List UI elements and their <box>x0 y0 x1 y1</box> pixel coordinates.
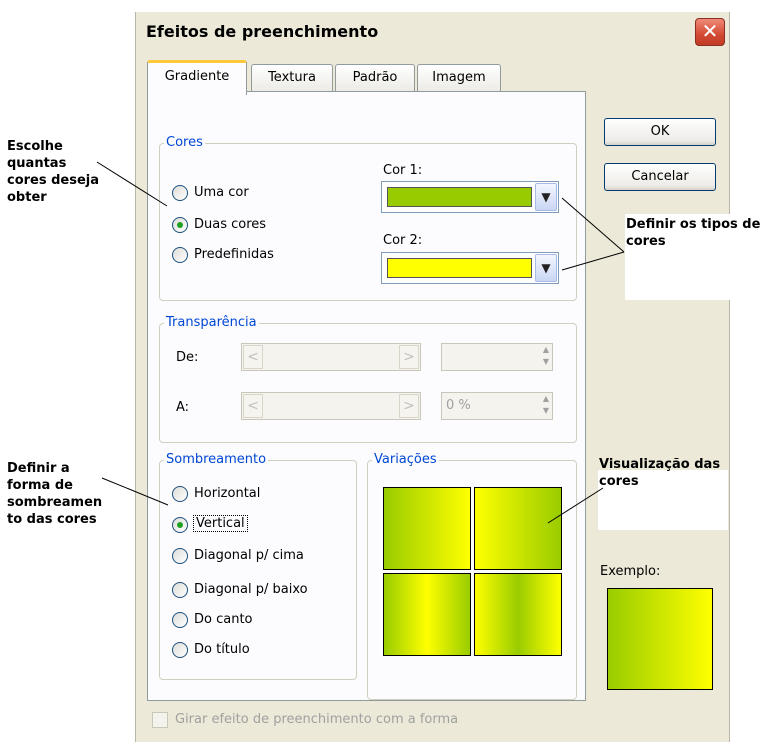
callout-line-sombreamento <box>101 477 169 506</box>
callout-lines <box>96 161 625 524</box>
callout-line-escolhe <box>96 161 168 207</box>
callout-line-cor2 <box>561 251 625 271</box>
tab-gradiente[interactable]: Gradiente <box>147 60 247 95</box>
callout-line-variacoes <box>547 487 604 524</box>
callout-line-cor1 <box>561 197 625 253</box>
